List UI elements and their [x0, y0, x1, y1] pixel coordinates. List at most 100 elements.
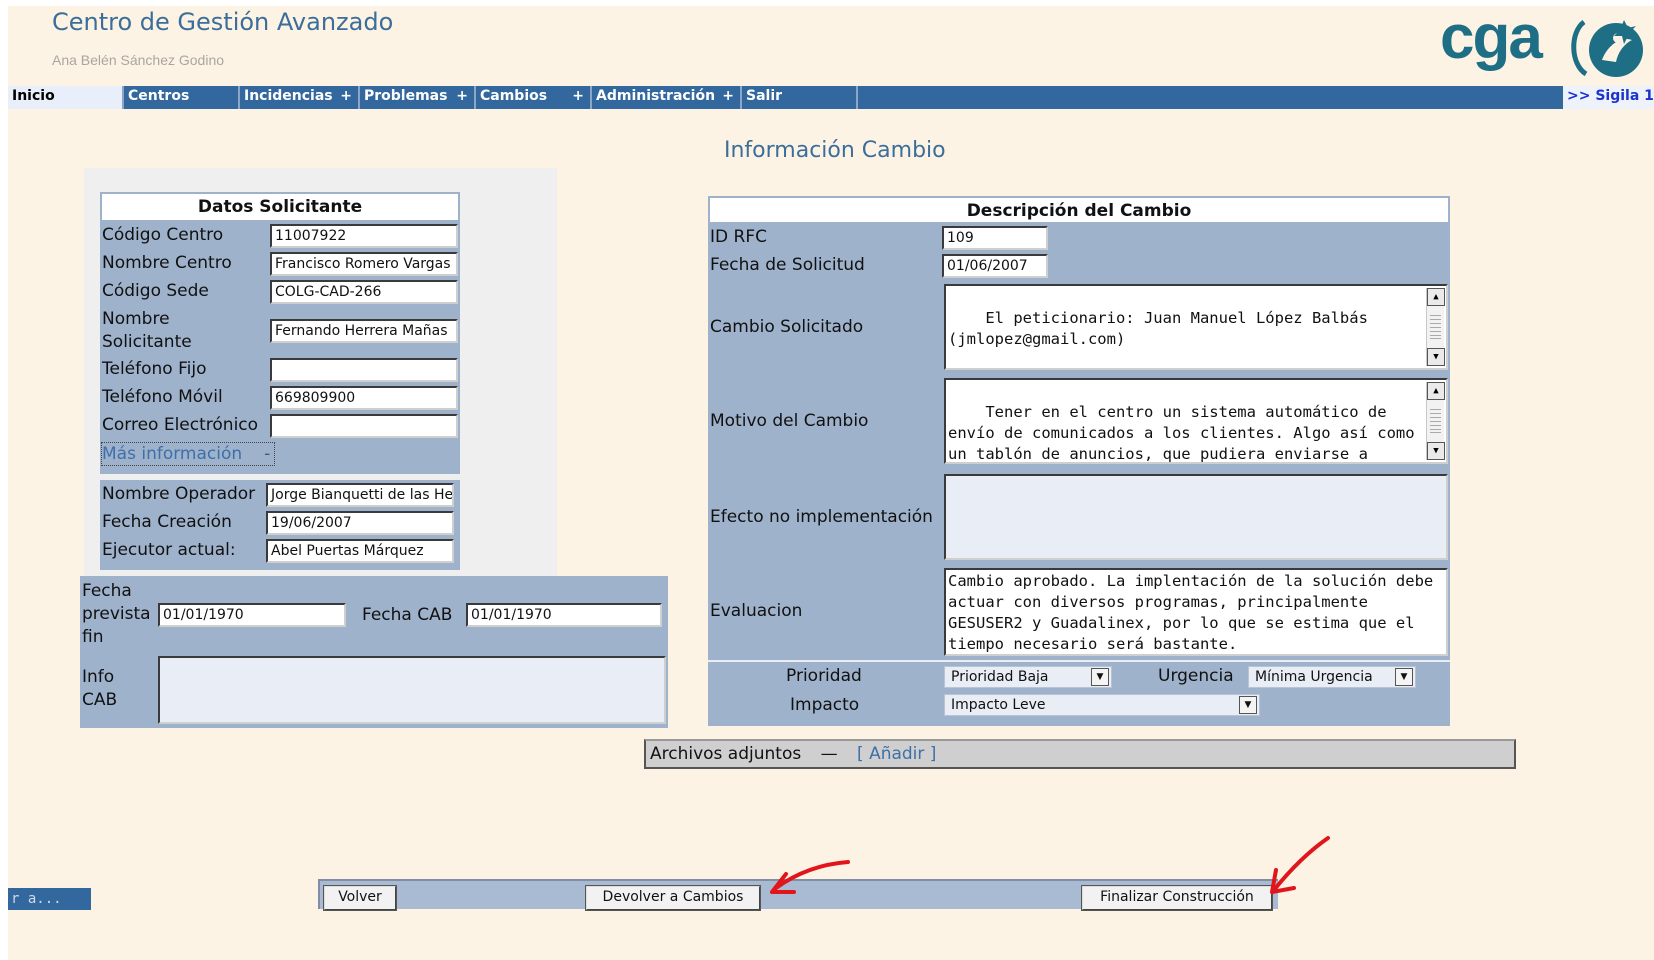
nombre-solicitante-field[interactable]: Fernando Herrera Mañas — [270, 319, 458, 343]
app-title: Centro de Gestión Avanzado — [52, 8, 394, 36]
telefono-movil-field[interactable]: 669809900 — [270, 386, 458, 410]
id-rfc-label: ID RFC — [710, 227, 767, 247]
scroll-thumb[interactable] — [1430, 315, 1441, 339]
info-cab-label: Info CAB — [82, 667, 118, 710]
field-label: Código Sede — [102, 281, 209, 301]
attachments-separator: — — [820, 744, 838, 764]
scrollbar[interactable]: ▲ ▼ — [1426, 382, 1445, 460]
annotation-arrow-icon — [770, 860, 850, 894]
cga-logo: cga — [1440, 6, 1654, 84]
prioridad-select[interactable]: Prioridad Baja ▼ — [944, 666, 1112, 688]
prioridad-value: Prioridad Baja — [951, 669, 1049, 685]
fecha-creacion-field[interactable]: 19/06/2007 — [266, 511, 454, 535]
devolver-a-cambios-button[interactable]: Devolver a Cambios — [585, 885, 761, 911]
field-label: Fecha Creación — [102, 512, 232, 532]
status-bar: r a... — [8, 888, 91, 910]
menu-expand-icon: + — [340, 88, 352, 104]
menu-item-sigila[interactable]: >> Sigila 1 — [1563, 86, 1654, 109]
more-info-link[interactable]: Más información - — [101, 442, 276, 466]
scroll-down-icon[interactable]: ▼ — [1427, 348, 1445, 366]
telefono-fijo-field[interactable] — [270, 358, 458, 382]
ejecutor-actual-field[interactable]: Abel Puertas Márquez — [266, 539, 454, 563]
fecha-prevista-field[interactable]: 01/01/1970 — [158, 603, 346, 627]
fecha-solicitud-label: Fecha de Solicitud — [710, 255, 865, 275]
urgencia-select[interactable]: Mínima Urgencia ▼ — [1248, 666, 1416, 688]
motivo-textarea[interactable]: Tener en el centro un sistema automático… — [944, 378, 1448, 464]
cambio-solicitado-label: Cambio Solicitado — [710, 317, 864, 337]
main-menu-bar: Inicio Centros Incidencias + Problemas + C… — [8, 86, 1654, 109]
volver-button[interactable]: Volver — [323, 885, 397, 911]
finalizar-construccion-button[interactable]: Finalizar Construcción — [1081, 885, 1273, 911]
menu-label: Administración — [596, 88, 716, 104]
menu-expand-icon: + — [456, 88, 468, 104]
impacto-value: Impacto Leve — [951, 697, 1046, 713]
menu-item-centros[interactable]: Centros — [124, 86, 240, 109]
logo-text: cga — [1440, 6, 1543, 72]
annotation-arrow-icon — [1270, 836, 1330, 894]
menu-item-salir[interactable]: Salir — [742, 86, 858, 109]
scroll-up-icon[interactable]: ▲ — [1427, 288, 1445, 306]
codigo-sede-field[interactable]: COLG-CAD-266 — [270, 280, 458, 304]
field-label: Correo Electrónico — [102, 415, 259, 435]
field-label: Nombre Solicitante — [102, 309, 192, 352]
motivo-text: Tener en el centro un sistema automático… — [948, 403, 1415, 463]
descripcion-heading: Descripción del Cambio — [709, 197, 1449, 223]
evaluacion-label: Evaluacion — [710, 601, 803, 621]
add-attachment-link[interactable]: [ Añadir ] — [857, 744, 936, 764]
efecto-label: Efecto no implementación — [710, 507, 933, 527]
menu-label: Salir — [746, 88, 783, 104]
page: Centro de Gestión Avanzado Ana Belén Sán… — [8, 6, 1654, 960]
impacto-select[interactable]: Impacto Leve ▼ — [944, 694, 1260, 716]
fecha-solicitud-field[interactable]: 01/06/2007 — [942, 254, 1048, 278]
field-label: Teléfono Fijo — [102, 359, 207, 379]
motivo-label: Motivo del Cambio — [710, 411, 869, 431]
menu-expand-icon: + — [572, 88, 584, 104]
nombre-operador-field[interactable]: Jorge Bianquetti de las Heras — [266, 483, 454, 507]
impacto-label: Impacto — [790, 695, 860, 715]
field-label: Nombre Centro — [102, 253, 232, 273]
scroll-thumb[interactable] — [1430, 409, 1441, 433]
solicitante-heading: Datos Solicitante — [101, 193, 459, 221]
codigo-centro-field[interactable]: 11007922 — [270, 224, 458, 248]
menu-item-inicio[interactable]: Inicio — [8, 86, 124, 109]
field-label: Nombre Operador — [102, 484, 256, 504]
fecha-cab-label: Fecha CAB — [362, 605, 453, 625]
menu-item-cambios[interactable]: Cambios + — [476, 86, 592, 109]
menu-item-incidencias[interactable]: Incidencias + — [240, 86, 360, 109]
menu-label: Inicio — [12, 88, 55, 104]
scroll-down-icon[interactable]: ▼ — [1427, 442, 1445, 460]
scrollbar[interactable]: ▲ ▼ — [1426, 288, 1445, 366]
field-label: Código Centro — [102, 225, 224, 245]
page-title: Información Cambio — [724, 138, 946, 163]
divider — [708, 660, 1450, 662]
menu-expand-icon: + — [722, 88, 734, 104]
cambio-solicitado-text: El peticionario: Juan Manuel López Balbá… — [948, 309, 1368, 348]
user-name: Ana Belén Sánchez Godino — [52, 52, 225, 68]
fecha-cab-field[interactable]: 01/01/1970 — [466, 603, 662, 627]
urgencia-label: Urgencia — [1158, 666, 1234, 686]
field-label: Ejecutor actual: — [102, 540, 236, 560]
evaluacion-textarea[interactable]: Cambio aprobado. La implentación de la s… — [944, 568, 1448, 656]
menu-label: Cambios — [480, 88, 548, 104]
scroll-up-icon[interactable]: ▲ — [1427, 382, 1445, 400]
chevron-down-icon: ▼ — [1239, 696, 1257, 714]
menu-label: Incidencias — [244, 88, 333, 104]
chevron-down-icon: ▼ — [1091, 668, 1109, 686]
attachments-label: Archivos adjuntos — [650, 744, 802, 764]
info-cab-textarea[interactable] — [158, 656, 666, 724]
menu-label: Problemas — [364, 88, 448, 104]
menu-item-administracion[interactable]: Administración + — [592, 86, 742, 109]
id-rfc-field[interactable]: 109 — [942, 226, 1048, 250]
chevron-down-icon: ▼ — [1395, 668, 1413, 686]
prioridad-label: Prioridad — [786, 666, 862, 686]
field-label: Teléfono Móvil — [102, 387, 223, 407]
fecha-prevista-label: Fecha prevista fin — [82, 581, 151, 647]
efecto-textarea[interactable] — [944, 474, 1448, 560]
cambio-solicitado-textarea[interactable]: El peticionario: Juan Manuel López Balbá… — [944, 284, 1448, 370]
menu-label: Centros — [128, 88, 190, 104]
nombre-centro-field[interactable]: Francisco Romero Vargas — [270, 252, 458, 276]
menu-item-problemas[interactable]: Problemas + — [360, 86, 476, 109]
urgencia-value: Mínima Urgencia — [1255, 669, 1373, 685]
logo-emblem-icon — [1571, 19, 1643, 77]
correo-electronico-field[interactable] — [270, 414, 458, 438]
